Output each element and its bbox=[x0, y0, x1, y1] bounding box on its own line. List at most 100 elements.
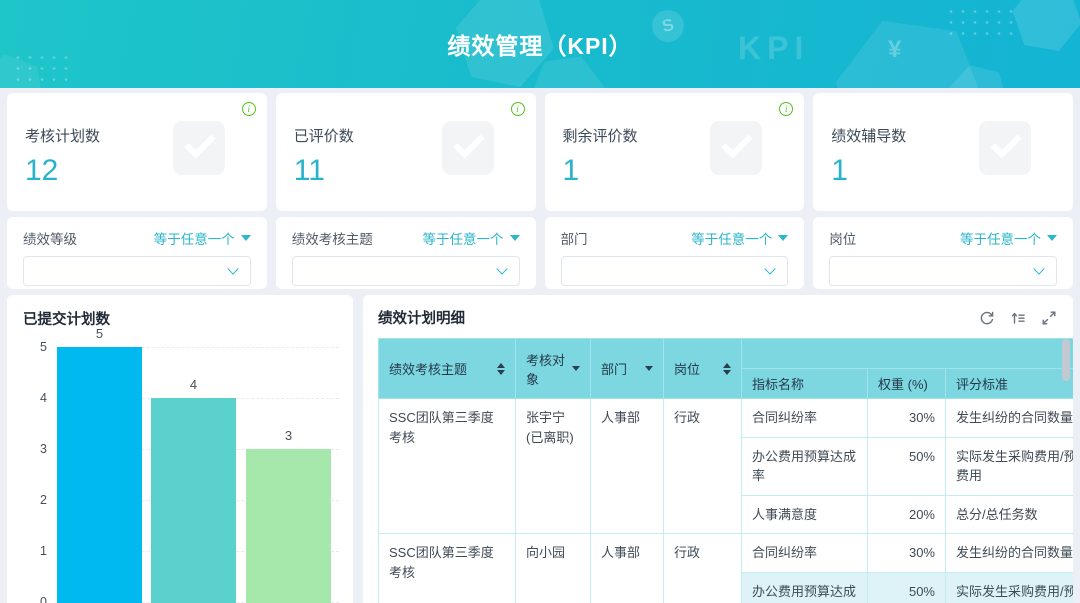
stat-card-2: i 剩余评价数 1 bbox=[545, 93, 805, 211]
s-badge-watermark: S bbox=[648, 6, 687, 45]
cell-weight: 50% bbox=[868, 437, 946, 495]
filter-label: 部门 bbox=[561, 228, 588, 248]
bar-chart: 543210543 bbox=[17, 333, 343, 603]
refresh-icon[interactable] bbox=[979, 310, 995, 326]
filter-select-input[interactable] bbox=[23, 256, 251, 286]
y-axis-tick-label: 0 bbox=[17, 595, 47, 603]
filter-operator-link[interactable]: 等于任意一个 bbox=[423, 228, 520, 248]
cell-standard: 发生纠纷的合同数量/合同总数量 bbox=[946, 534, 1074, 573]
column-header-0[interactable]: 绩效考核主题 bbox=[379, 339, 516, 399]
filter-caret-icon[interactable] bbox=[645, 366, 653, 371]
stat-label: 剩余评价数 bbox=[563, 125, 787, 146]
submitted-plans-chart-panel: 已提交计划数 543210543 bbox=[7, 295, 353, 603]
table-row: SSC团队第三季度考核张宇宁(已离职)人事部行政合同纠纷率30%发生纠纷的合同数… bbox=[379, 399, 1074, 438]
stat-card-3: 绩效辅导数 1 bbox=[813, 93, 1073, 211]
sub-column-header-2[interactable]: 评分标准 bbox=[946, 369, 1074, 399]
cell-standard: 发生纠纷的合同数量/合同总数量 bbox=[946, 399, 1074, 438]
plan-detail-panel: 绩效计划明细 绩效考核主题考核对象部门岗位考核指标名称权重 (%)评分标准SSC… bbox=[363, 295, 1073, 603]
caret-down-icon bbox=[778, 235, 788, 241]
dots-pattern bbox=[945, 6, 1013, 38]
table-scrollbar[interactable] bbox=[1062, 339, 1070, 603]
chevron-down-icon bbox=[496, 263, 507, 274]
cell-target: 向小园 bbox=[516, 534, 591, 603]
y-axis-tick-label: 2 bbox=[17, 493, 47, 507]
cell-indicator-name: 办公费用预算达成率 bbox=[742, 572, 868, 603]
filter-operator-text: 等于任意一个 bbox=[691, 228, 772, 248]
cell-standard: 总分/总任务数 bbox=[946, 495, 1074, 534]
filter-caret-icon[interactable] bbox=[572, 366, 580, 371]
column-header-3[interactable]: 岗位 bbox=[664, 339, 742, 399]
header-banner: S KPI ¥ 绩效管理（KPI） bbox=[0, 0, 1080, 88]
scrollbar-thumb[interactable] bbox=[1062, 339, 1070, 381]
bottom-row: 已提交计划数 543210543 绩效计划明细 绩效考核主题考核对象部门岗位考 bbox=[7, 295, 1073, 603]
column-header-label: 部门 bbox=[601, 359, 627, 378]
y-axis-tick-label: 1 bbox=[17, 544, 47, 558]
plan-detail-table: 绩效考核主题考核对象部门岗位考核指标名称权重 (%)评分标准SSC团队第三季度考… bbox=[378, 338, 1073, 603]
info-icon[interactable]: i bbox=[779, 102, 793, 116]
filter-select-input[interactable] bbox=[829, 256, 1057, 286]
cell-standard: 实际发生采购费用/预计发生采购费用 bbox=[946, 572, 1074, 603]
stat-card-1: i 已评价数 11 bbox=[276, 93, 536, 211]
info-icon[interactable]: i bbox=[242, 102, 256, 116]
filter-card-2: 部门 等于任意一个 bbox=[545, 217, 805, 289]
filter-operator-link[interactable]: 等于任意一个 bbox=[154, 228, 251, 248]
filter-label: 绩效考核主题 bbox=[292, 228, 373, 248]
table-title: 绩效计划明细 bbox=[378, 307, 465, 328]
filter-card-1: 绩效考核主题 等于任意一个 bbox=[276, 217, 536, 289]
filter-label: 岗位 bbox=[829, 228, 856, 248]
chevron-down-icon bbox=[227, 263, 238, 274]
cell-dept: 人事部 bbox=[591, 399, 664, 534]
sort-icon[interactable] bbox=[723, 363, 731, 375]
filter-operator-link[interactable]: 等于任意一个 bbox=[691, 228, 788, 248]
column-header-1[interactable]: 考核对象 bbox=[516, 339, 591, 399]
sub-column-header-0[interactable]: 指标名称 bbox=[742, 369, 868, 399]
column-header-label: 考核对象 bbox=[526, 350, 572, 388]
column-header-label: 岗位 bbox=[674, 359, 700, 378]
bar-value-label: 5 bbox=[57, 326, 142, 341]
yen-watermark: ¥ bbox=[888, 36, 901, 64]
filter-operator-link[interactable]: 等于任意一个 bbox=[960, 228, 1057, 248]
table-row: SSC团队第三季度考核向小园人事部行政合同纠纷率30%发生纠纷的合同数量/合同总… bbox=[379, 534, 1074, 573]
filter-select-input[interactable] bbox=[561, 256, 789, 286]
table-wrap: 绩效考核主题考核对象部门岗位考核指标名称权重 (%)评分标准SSC团队第三季度考… bbox=[378, 338, 1073, 603]
y-axis-tick-label: 5 bbox=[17, 340, 47, 354]
y-axis-tick-label: 3 bbox=[17, 442, 47, 456]
sort-list-icon[interactable] bbox=[1010, 310, 1026, 326]
filters-row: 绩效等级 等于任意一个 绩效考核主题 等于任意一个 部门 等于任意一个 岗位 等于任意一个 bbox=[7, 217, 1073, 289]
dots-pattern bbox=[12, 52, 74, 84]
stat-label: 绩效辅导数 bbox=[831, 125, 1055, 146]
cell-theme: SSC团队第三季度考核 bbox=[379, 534, 516, 603]
stats-row: i考核计划数12i已评价数11i剩余评价数1绩效辅导数1 bbox=[7, 93, 1073, 211]
group-header: 考核 bbox=[742, 339, 1074, 369]
stat-label: 已评价数 bbox=[294, 125, 518, 146]
caret-down-icon bbox=[1047, 235, 1057, 241]
chevron-down-icon bbox=[765, 263, 776, 274]
cell-indicator-name: 人事满意度 bbox=[742, 495, 868, 534]
stat-value: 1 bbox=[831, 154, 1055, 188]
sub-column-header-1[interactable]: 权重 (%) bbox=[868, 369, 946, 399]
kpi-watermark: KPI bbox=[738, 30, 809, 67]
cell-target: 张宇宁(已离职) bbox=[516, 399, 591, 534]
filter-select-input[interactable] bbox=[292, 256, 520, 286]
filter-card-3: 岗位 等于任意一个 bbox=[813, 217, 1073, 289]
cell-weight: 50% bbox=[868, 572, 946, 603]
cell-indicator-name: 合同纠纷率 bbox=[742, 399, 868, 438]
sort-icon[interactable] bbox=[497, 363, 505, 375]
column-header-2[interactable]: 部门 bbox=[591, 339, 664, 399]
cell-standard: 实际发生采购费用/预计发生采购费用 bbox=[946, 437, 1074, 495]
fullscreen-icon[interactable] bbox=[1041, 310, 1057, 326]
cell-weight: 30% bbox=[868, 399, 946, 438]
stat-value: 1 bbox=[563, 154, 787, 188]
cell-theme: SSC团队第三季度考核 bbox=[379, 399, 516, 534]
caret-down-icon bbox=[241, 235, 251, 241]
table-toolbar bbox=[979, 310, 1057, 326]
bar-value-label: 4 bbox=[151, 377, 236, 392]
cell-post: 行政 bbox=[664, 534, 742, 603]
cell-indicator-name: 合同纠纷率 bbox=[742, 534, 868, 573]
cell-post: 行政 bbox=[664, 399, 742, 534]
stat-value: 11 bbox=[294, 154, 518, 188]
info-icon[interactable]: i bbox=[511, 102, 525, 116]
chevron-down-icon bbox=[1033, 263, 1044, 274]
page-title: 绩效管理（KPI） bbox=[447, 27, 632, 61]
filter-label: 绩效等级 bbox=[23, 228, 77, 248]
